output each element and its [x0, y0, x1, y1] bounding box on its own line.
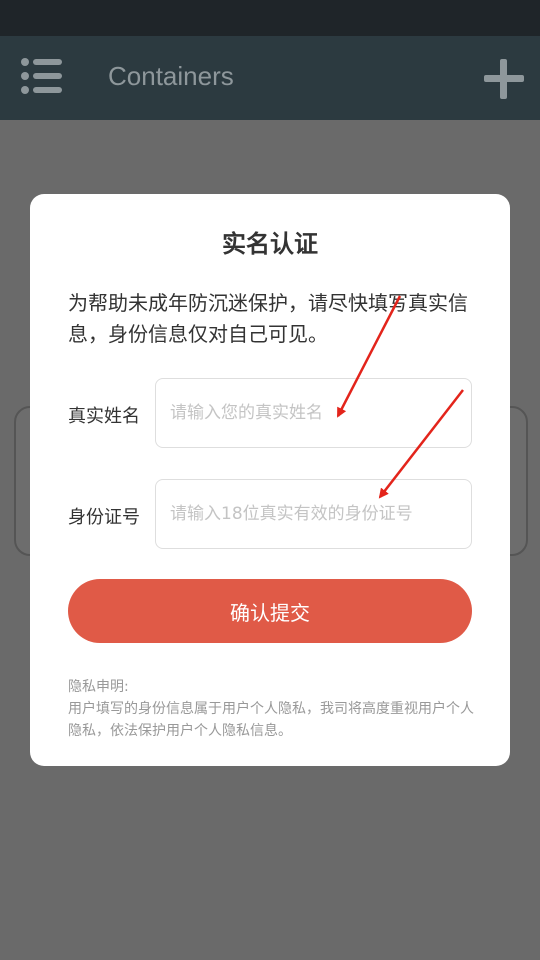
app-title: Containers	[108, 61, 234, 91]
real-name-dialog: 实名认证 为帮助未成年防沉迷保护，请尽快填写真实信息，身份信息仅对自己可见。 真…	[30, 194, 510, 766]
id-number-input[interactable]	[155, 479, 472, 549]
plus-icon[interactable]	[482, 57, 526, 101]
privacy-text: 用户填写的身份信息属于用户个人隐私，我司将高度重视用户个人隐私，依法保护用户个人…	[68, 701, 474, 739]
privacy-title: 隐私申明:	[68, 679, 129, 695]
privacy-statement: 隐私申明: 用户填写的身份信息属于用户个人隐私，我司将高度重视用户个人隐私，依法…	[68, 676, 478, 742]
app-bar: Containers	[0, 36, 540, 120]
dialog-description: 为帮助未成年防沉迷保护，请尽快填写真实信息，身份信息仅对自己可见。	[68, 291, 468, 346]
dialog-title: 实名认证	[222, 230, 318, 258]
name-field-label: 真实姓名	[68, 406, 140, 427]
submit-button[interactable]: 确认提交	[68, 579, 472, 643]
real-name-input[interactable]	[155, 378, 472, 448]
id-field-label: 身份证号	[68, 507, 140, 528]
list-menu-icon[interactable]	[20, 56, 64, 96]
status-bar	[0, 0, 540, 36]
